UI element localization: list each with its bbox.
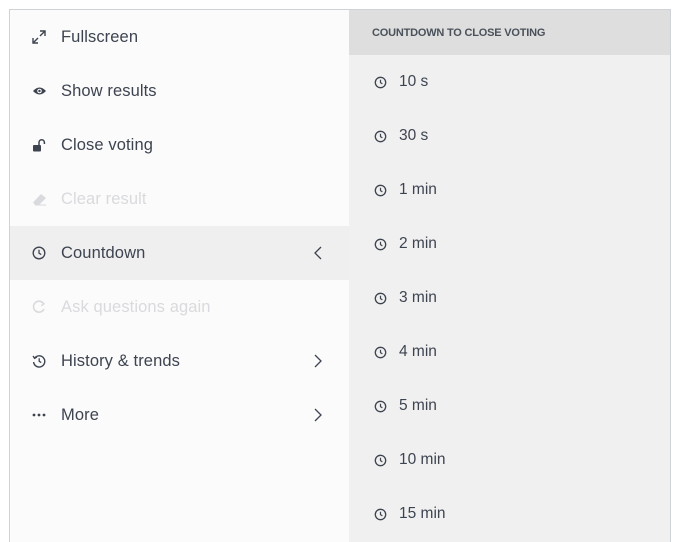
countdown-option-1min[interactable]: 1 min xyxy=(349,163,670,217)
countdown-option-30s[interactable]: 30 s xyxy=(349,109,670,163)
more-icon xyxy=(31,407,47,423)
history-icon xyxy=(31,353,47,369)
menu-item-label: Fullscreen xyxy=(61,27,139,46)
menu-item-fullscreen[interactable]: Fullscreen xyxy=(10,10,349,64)
countdown-option-label: 15 min xyxy=(399,505,446,522)
countdown-submenu: COUNTDOWN TO CLOSE VOTING 10 s 30 s 1 mi… xyxy=(349,10,670,542)
countdown-option-label: 1 min xyxy=(399,181,437,198)
menu-item-label: Close voting xyxy=(61,135,153,154)
countdown-option-15min[interactable]: 15 min xyxy=(349,487,670,541)
clock-icon xyxy=(373,453,387,467)
clock-icon xyxy=(373,129,387,143)
clock-icon xyxy=(373,291,387,305)
chevron-right-icon xyxy=(313,407,323,423)
menu-item-show-results[interactable]: Show results xyxy=(10,64,349,118)
menu-item-label: Show results xyxy=(61,81,157,100)
menu-item-label: More xyxy=(61,405,99,424)
countdown-option-10min[interactable]: 10 min xyxy=(349,433,670,487)
countdown-option-label: 3 min xyxy=(399,289,437,306)
countdown-option-label: 10 s xyxy=(399,73,429,90)
clock-icon xyxy=(373,507,387,521)
menu-item-label: Countdown xyxy=(61,243,146,262)
unlock-icon xyxy=(31,137,47,153)
countdown-option-4min[interactable]: 4 min xyxy=(349,325,670,379)
menu-item-history-trends[interactable]: History & trends xyxy=(10,334,349,388)
menu-item-ask-questions-again: Ask questions again xyxy=(10,280,349,334)
countdown-option-label: 30 s xyxy=(399,127,429,144)
eye-icon xyxy=(31,83,47,99)
eraser-icon xyxy=(31,191,47,207)
countdown-option-5min[interactable]: 5 min xyxy=(349,379,670,433)
chevron-right-icon xyxy=(313,353,323,369)
countdown-option-label: 4 min xyxy=(399,343,437,360)
menu-item-label: Clear result xyxy=(61,189,147,208)
chevron-left-icon xyxy=(313,245,323,261)
countdown-option-label: 10 min xyxy=(399,451,446,468)
refresh-icon xyxy=(31,299,47,315)
fullscreen-icon xyxy=(31,29,47,45)
menu-item-more[interactable]: More xyxy=(10,388,349,442)
countdown-menu-frame: Fullscreen Show results Close voting Cle… xyxy=(9,9,671,542)
menu-item-close-voting[interactable]: Close voting xyxy=(10,118,349,172)
clock-icon xyxy=(373,399,387,413)
clock-icon xyxy=(373,183,387,197)
clock-icon xyxy=(373,237,387,251)
countdown-option-3min[interactable]: 3 min xyxy=(349,271,670,325)
countdown-option-label: 5 min xyxy=(399,397,437,414)
menu-item-label: History & trends xyxy=(61,351,180,370)
menu-item-countdown[interactable]: Countdown xyxy=(10,226,349,280)
menu-item-clear-result: Clear result xyxy=(10,172,349,226)
countdown-option-label: 2 min xyxy=(399,235,437,252)
clock-icon xyxy=(31,245,47,261)
action-menu: Fullscreen Show results Close voting Cle… xyxy=(10,10,349,542)
countdown-option-10s[interactable]: 10 s xyxy=(349,55,670,109)
submenu-header: COUNTDOWN TO CLOSE VOTING xyxy=(349,10,670,55)
countdown-option-2min[interactable]: 2 min xyxy=(349,217,670,271)
menu-item-label: Ask questions again xyxy=(61,297,211,316)
clock-icon xyxy=(373,75,387,89)
clock-icon xyxy=(373,345,387,359)
